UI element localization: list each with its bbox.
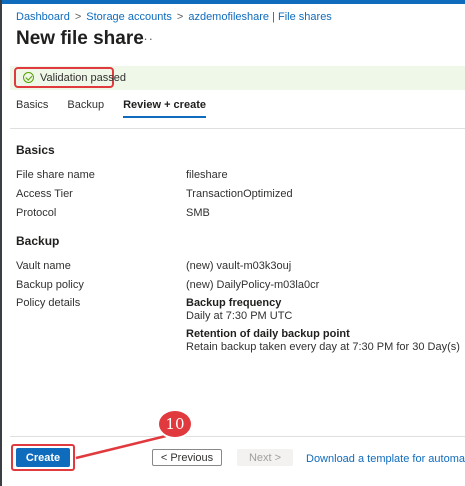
- vault-name-label: Vault name: [16, 260, 71, 272]
- protocol-value: SMB: [186, 207, 210, 219]
- access-tier-label: Access Tier: [16, 188, 73, 200]
- tab-basics[interactable]: Basics: [16, 99, 48, 118]
- window-left-edge: [0, 0, 2, 486]
- breadcrumb: Dashboard > Storage accounts > azdemofilesha…: [16, 11, 332, 23]
- retention-value: Retain backup taken every day at 7:30 PM…: [186, 341, 460, 353]
- previous-button[interactable]: < Previous: [152, 449, 222, 466]
- access-tier-value: TransactionOptimized: [186, 188, 293, 200]
- wizard-tabs: Basics Backup Review + create: [16, 99, 225, 118]
- validation-text: Validation passed: [40, 71, 127, 84]
- next-button[interactable]: Next >: [237, 449, 293, 466]
- step-number-badge: 10: [157, 409, 193, 439]
- breadcrumb-storage-accounts-link[interactable]: Storage accounts: [86, 11, 172, 23]
- breadcrumb-dashboard-link[interactable]: Dashboard: [16, 11, 70, 23]
- page-title: New file share: [16, 28, 144, 49]
- tab-backup[interactable]: Backup: [67, 99, 104, 118]
- footer-divider: [10, 436, 465, 437]
- retention-title: Retention of daily backup point: [186, 328, 350, 340]
- backup-policy-label: Backup policy: [16, 279, 84, 291]
- policy-details-label: Policy details: [16, 297, 81, 309]
- top-accent-bar: [0, 0, 465, 4]
- backup-frequency-title: Backup frequency: [186, 297, 282, 309]
- backup-policy-value: (new) DailyPolicy-m03la0cr: [186, 279, 320, 291]
- download-template-link[interactable]: Download a template for automation: [306, 453, 465, 465]
- protocol-label: Protocol: [16, 207, 57, 219]
- tab-review-create[interactable]: Review + create: [123, 99, 206, 118]
- breadcrumb-separator: >: [176, 11, 184, 23]
- basics-heading: Basics: [16, 143, 55, 157]
- ellipsis-icon[interactable]: ···: [138, 31, 154, 46]
- check-circle-icon: [23, 72, 34, 83]
- create-button[interactable]: Create: [16, 448, 70, 467]
- breadcrumb-file-shares-link[interactable]: azdemofileshare | File shares: [188, 11, 331, 23]
- vault-name-value: (new) vault-m03k3ouj: [186, 260, 292, 272]
- breadcrumb-separator: >: [74, 11, 82, 23]
- backup-heading: Backup: [16, 234, 60, 248]
- file-share-name-label: File share name: [16, 169, 95, 181]
- tabs-divider: [10, 128, 465, 129]
- file-share-name-value: fileshare: [186, 169, 228, 181]
- backup-frequency-value: Daily at 7:30 PM UTC: [186, 310, 293, 322]
- validation-status: Validation passed: [14, 67, 126, 88]
